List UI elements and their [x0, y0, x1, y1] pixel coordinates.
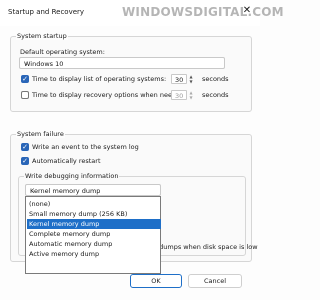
close-icon[interactable]: ✕	[240, 4, 254, 18]
time-recovery-unit: seconds	[202, 91, 229, 99]
title-bar: Startup and Recovery WINDOWSDIGITAL.COM …	[0, 0, 284, 26]
dropdown-option-none[interactable]: (none)	[27, 199, 161, 209]
default-os-label: Default operating system:	[20, 48, 105, 56]
dropdown-option-small-memory-dump[interactable]: Small memory dump (256 KB)	[27, 209, 161, 219]
debugging-info-label: Write debugging information	[24, 172, 120, 180]
auto-restart-label: Automatically restart	[32, 157, 101, 165]
time-list-label: Time to display list of operating system…	[32, 75, 167, 83]
time-recovery-spin-arrows[interactable]: ▲ ▼	[188, 90, 194, 100]
time-recovery-checkbox[interactable]	[21, 91, 29, 99]
time-list-value: 30	[175, 76, 184, 84]
write-event-label: Write an event to the system log	[32, 143, 139, 151]
system-startup-label: System startup	[16, 32, 68, 40]
time-recovery-value: 30	[175, 92, 184, 100]
dropdown-option-kernel-memory-dump[interactable]: Kernel memory dump	[27, 219, 161, 229]
chevron-down-icon: ⌄	[30, 187, 36, 194]
time-list-spinner[interactable]: 30	[171, 74, 187, 84]
auto-restart-checkbox[interactable]: ✓	[21, 157, 29, 165]
time-list-unit: seconds	[202, 75, 229, 83]
watermark-logo: WINDOWSDIGITAL.COM	[122, 5, 284, 19]
cancel-button[interactable]: Cancel	[188, 274, 242, 288]
chevron-down-icon: ⌄	[24, 60, 30, 67]
debug-type-select[interactable]: Kernel memory dump ⌄	[25, 184, 161, 196]
write-event-checkbox[interactable]: ✓	[21, 143, 29, 151]
default-os-select[interactable]: Windows 10 ⌄	[19, 57, 225, 69]
time-list-checkbox[interactable]: ✓	[21, 75, 29, 83]
dropdown-option-active-memory-dump[interactable]: Active memory dump	[27, 249, 161, 259]
debug-type-dropdown-list: (none) Small memory dump (256 KB) Kernel…	[25, 196, 161, 274]
dropdown-option-automatic-memory-dump[interactable]: Automatic memory dump	[27, 239, 161, 249]
window-title: Startup and Recovery	[8, 8, 85, 16]
time-list-spin-arrows[interactable]: ▲ ▼	[188, 74, 194, 84]
system-failure-label: System failure	[16, 130, 65, 138]
dropdown-option-complete-memory-dump[interactable]: Complete memory dump	[27, 229, 161, 239]
time-recovery-label: Time to display recovery options when ne…	[32, 91, 187, 99]
time-recovery-spinner[interactable]: 30	[171, 90, 187, 100]
ok-button[interactable]: OK	[130, 274, 182, 288]
